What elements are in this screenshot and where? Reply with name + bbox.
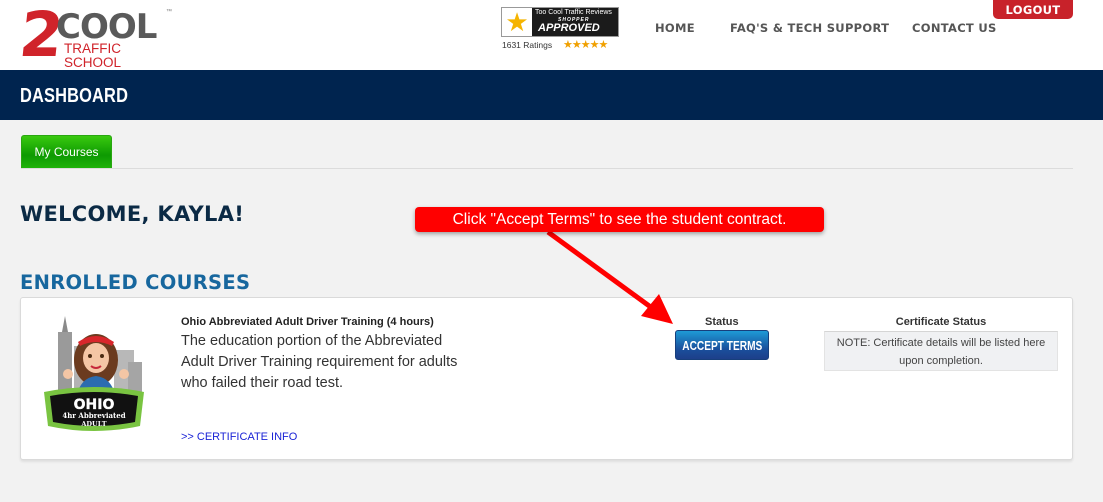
badge-line1: Too Cool Traffic Reviews xyxy=(535,9,612,16)
dashboard-bar: DASHBOARD xyxy=(0,70,1103,120)
accept-terms-button[interactable]: ACCEPT TERMS xyxy=(675,330,769,360)
page-title: DASHBOARD xyxy=(20,85,129,107)
rating-stars-icon: ★★★★★ xyxy=(563,39,608,51)
badge-line3: APPROVED xyxy=(538,22,600,34)
course-name: Ohio Abbreviated Adult Driver Training (… xyxy=(181,316,434,328)
logo-word: COOL xyxy=(56,7,157,47)
svg-text:ADULT: ADULT xyxy=(80,420,106,428)
ohio-badge-icon: OHIO 4hr Abbreviated ADULT xyxy=(44,387,144,431)
logo-trademark: ™ xyxy=(166,9,172,15)
logo-subtitle: TRAFFIC SCHOOL xyxy=(64,41,122,70)
certificate-info-link[interactable]: >> CERTIFICATE INFO xyxy=(181,431,297,443)
accept-terms-label: ACCEPT TERMS xyxy=(682,337,762,353)
shopper-approved-badge[interactable]: ★ Too Cool Traffic Reviews SHOPPER APPRO… xyxy=(501,7,619,53)
site-logo[interactable]: 2 COOL ™ TRAFFIC SCHOOL xyxy=(16,0,176,71)
svg-text:4hr Abbreviated: 4hr Abbreviated xyxy=(62,411,125,420)
welcome-heading: WELCOME, KAYLA! xyxy=(20,202,245,226)
course-description: The education portion of the Abbreviated… xyxy=(181,333,458,391)
nav-home[interactable]: HOME xyxy=(655,21,695,35)
nav-contact-us[interactable]: CONTACT US xyxy=(912,21,997,35)
tab-my-courses[interactable]: My Courses xyxy=(21,135,112,169)
enrolled-courses-heading: ENROLLED COURSES xyxy=(20,271,251,294)
logout-button[interactable]: LOGOUT xyxy=(993,0,1073,19)
badge-box: ★ Too Cool Traffic Reviews SHOPPER APPRO… xyxy=(501,7,619,37)
annotation-callout: Click "Accept Terms" to see the student … xyxy=(415,207,824,232)
course-card: OHIO 4hr Abbreviated ADULT Ohio Abbrevia… xyxy=(20,297,1073,460)
site-header: 2 COOL ™ TRAFFIC SCHOOL ★ Too Cool Traff… xyxy=(0,0,1103,71)
certificate-status-label: Certificate Status xyxy=(895,316,987,328)
tab-divider xyxy=(21,168,1073,169)
star-icon: ★ xyxy=(502,8,532,36)
status-label: Status xyxy=(705,316,739,328)
nav-faq-tech-support[interactable]: FAQ'S & TECH SUPPORT xyxy=(730,21,889,35)
ratings-count: 1631 Ratings xyxy=(502,40,553,50)
certificate-status-note: NOTE: Certificate details will be listed… xyxy=(824,331,1058,371)
course-image: OHIO 4hr Abbreviated ADULT xyxy=(44,316,144,431)
